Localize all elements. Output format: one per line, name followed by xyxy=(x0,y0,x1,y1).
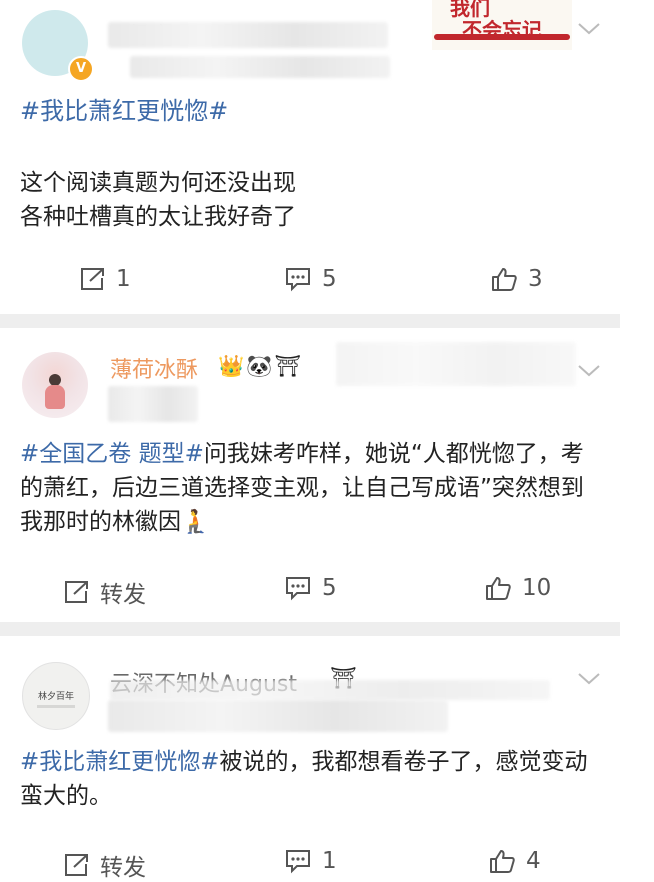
like-button[interactable]: 3 xyxy=(490,266,543,292)
like-count: 10 xyxy=(522,575,552,601)
promo-banner: 我们 不会忘记 xyxy=(432,0,572,50)
like-button[interactable]: 4 xyxy=(488,848,541,874)
post-text: #我比萧红更恍惚#被说的，我都想看卷子了，感觉变动蛮大的。 xyxy=(20,745,610,813)
comment-count: 5 xyxy=(322,266,337,292)
avatar-caption: 林夕百年 xyxy=(37,692,74,702)
post-divider xyxy=(0,622,620,636)
repost-icon xyxy=(65,581,88,603)
post-text-line: 各种吐槽真的太让我好奇了 xyxy=(20,204,296,230)
repost-button[interactable]: 转发 xyxy=(62,575,146,609)
user-badges: 👑🐼⛩ xyxy=(218,354,303,379)
post-topic[interactable]: #我比萧红更恍惚# xyxy=(20,749,220,775)
post-divider xyxy=(0,314,620,328)
post-text: 这个阅读真题为何还没出现 各种吐槽真的太让我好奇了 xyxy=(20,166,296,234)
repost-button[interactable]: 转发 xyxy=(62,848,146,882)
repost-icon xyxy=(81,268,104,290)
comment-button[interactable]: 5 xyxy=(284,575,337,601)
like-button[interactable]: 10 xyxy=(484,575,551,601)
repost-count: 1 xyxy=(116,266,131,292)
chevron-down-icon[interactable] xyxy=(576,362,602,380)
blurred-header-mask xyxy=(336,342,576,386)
comment-icon xyxy=(286,850,310,874)
avatar[interactable]: 林夕百年 xyxy=(22,662,90,730)
panda-badge-icon: 🐼 xyxy=(246,354,275,378)
thumbs-up-icon xyxy=(492,268,517,291)
like-count: 4 xyxy=(526,848,541,874)
post-topic[interactable]: #全国乙卷 题型# xyxy=(20,441,204,467)
thumbs-up-icon xyxy=(486,577,511,600)
post-text: #全国乙卷 题型#问我妹考咋样，她说“人都恍惚了，考的萧红，后边三道选择变主观，… xyxy=(20,437,600,539)
torii-badge-icon: ⛩ xyxy=(274,354,303,378)
crown-badge-icon: 👑 xyxy=(218,354,247,378)
repost-button[interactable]: 1 xyxy=(78,266,131,292)
comment-button[interactable]: 5 xyxy=(284,266,337,292)
repost-label: 转发 xyxy=(100,855,146,881)
blurred-meta xyxy=(108,386,198,422)
blurred-meta xyxy=(130,56,390,78)
blurred-meta xyxy=(108,700,448,732)
blurred-name-mask xyxy=(108,22,388,48)
repost-icon xyxy=(65,854,88,876)
chevron-down-icon[interactable] xyxy=(576,20,602,38)
comment-count: 5 xyxy=(322,575,337,601)
comment-icon xyxy=(286,577,310,601)
repost-label: 转发 xyxy=(100,582,146,608)
like-count: 3 xyxy=(528,266,543,292)
blurred-header-mask xyxy=(110,680,550,700)
verified-badge: V xyxy=(68,56,94,82)
comment-icon xyxy=(286,268,310,292)
chevron-down-icon[interactable] xyxy=(576,670,602,688)
user-name[interactable]: 薄荷冰酥 xyxy=(110,352,198,384)
post-text-line: 这个阅读真题为何还没出现 xyxy=(20,170,296,196)
comment-count: 1 xyxy=(322,848,337,874)
comment-button[interactable]: 1 xyxy=(284,848,337,874)
thumbs-up-icon xyxy=(490,850,515,873)
post-topic[interactable]: #我比萧红更恍惚# xyxy=(20,94,228,128)
avatar[interactable] xyxy=(22,352,88,418)
